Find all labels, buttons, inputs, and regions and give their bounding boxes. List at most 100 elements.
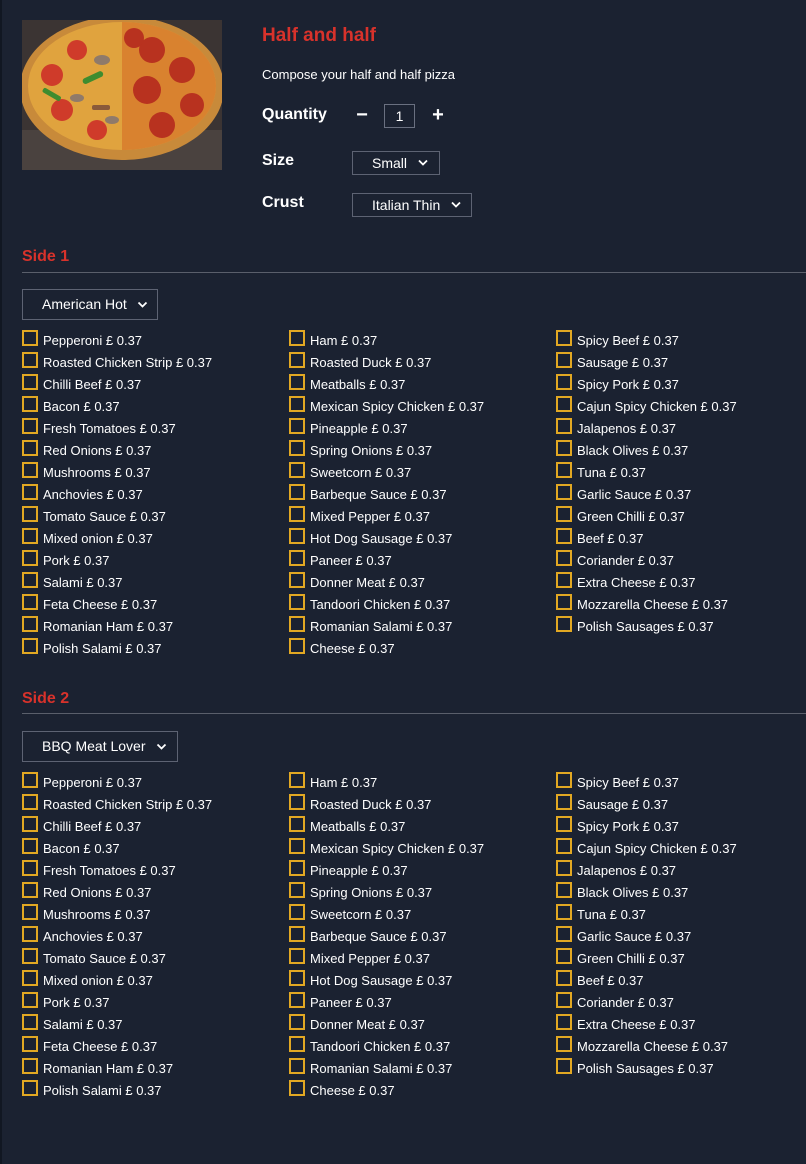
topping-checkbox[interactable] [556,440,572,456]
topping-checkbox[interactable] [289,528,305,544]
crust-select[interactable]: Italian Thin [352,193,472,217]
side-1-topping-option[interactable]: Hot Dog Sausage £ 0.37 [289,528,452,547]
side-2-topping-option[interactable]: Feta Cheese £ 0.37 [22,1036,157,1055]
topping-checkbox[interactable] [289,1080,305,1096]
topping-checkbox[interactable] [556,816,572,832]
topping-checkbox[interactable] [556,506,572,522]
topping-checkbox[interactable] [556,948,572,964]
topping-checkbox[interactable] [289,882,305,898]
side-2-topping-option[interactable]: Pork £ 0.37 [22,992,110,1011]
side-2-topping-option[interactable]: Sweetcorn £ 0.37 [289,904,411,923]
topping-checkbox[interactable] [22,882,38,898]
side-2-topping-option[interactable]: Tomato Sauce £ 0.37 [22,948,166,967]
topping-checkbox[interactable] [289,638,305,654]
topping-checkbox[interactable] [289,838,305,854]
topping-checkbox[interactable] [22,970,38,986]
topping-checkbox[interactable] [22,1058,38,1074]
side-1-topping-option[interactable]: Roasted Chicken Strip £ 0.37 [22,352,212,371]
topping-checkbox[interactable] [556,970,572,986]
topping-checkbox[interactable] [556,926,572,942]
side-2-topping-option[interactable]: Spring Onions £ 0.37 [289,882,432,901]
side-2-topping-option[interactable]: Polish Salami £ 0.37 [22,1080,162,1099]
topping-checkbox[interactable] [22,638,38,654]
side-1-topping-option[interactable]: Tandoori Chicken £ 0.37 [289,594,450,613]
side-2-topping-option[interactable]: Romanian Salami £ 0.37 [289,1058,452,1077]
topping-checkbox[interactable] [289,462,305,478]
topping-checkbox[interactable] [22,794,38,810]
side-1-topping-option[interactable]: Red Onions £ 0.37 [22,440,151,459]
side-1-topping-option[interactable]: Cajun Spicy Chicken £ 0.37 [556,396,737,415]
topping-checkbox[interactable] [289,1036,305,1052]
side-1-topping-option[interactable]: Meatballs £ 0.37 [289,374,405,393]
side-1-topping-option[interactable]: Mushrooms £ 0.37 [22,462,151,481]
topping-checkbox[interactable] [22,616,38,632]
side-1-topping-option[interactable]: Barbeque Sauce £ 0.37 [289,484,447,503]
topping-checkbox[interactable] [22,352,38,368]
side-2-topping-option[interactable]: Coriander £ 0.37 [556,992,674,1011]
side-1-topping-option[interactable]: Donner Meat £ 0.37 [289,572,425,591]
side-2-topping-option[interactable]: Black Olives £ 0.37 [556,882,688,901]
side-1-topping-option[interactable]: Salami £ 0.37 [22,572,123,591]
quantity-increase-button[interactable]: + [428,104,448,126]
side-2-topping-option[interactable]: Ham £ 0.37 [289,772,377,791]
side-1-topping-option[interactable]: Mixed Pepper £ 0.37 [289,506,430,525]
topping-checkbox[interactable] [22,904,38,920]
side-1-topping-option[interactable]: Jalapenos £ 0.37 [556,418,676,437]
topping-checkbox[interactable] [289,926,305,942]
topping-checkbox[interactable] [289,440,305,456]
side-2-topping-option[interactable]: Tandoori Chicken £ 0.37 [289,1036,450,1055]
side-1-topping-option[interactable]: Spicy Beef £ 0.37 [556,330,679,349]
side-1-topping-option[interactable]: Black Olives £ 0.37 [556,440,688,459]
side-1-topping-option[interactable]: Green Chilli £ 0.37 [556,506,685,525]
topping-checkbox[interactable] [556,1036,572,1052]
side-1-topping-option[interactable]: Coriander £ 0.37 [556,550,674,569]
side-1-topping-option[interactable]: Spicy Pork £ 0.37 [556,374,679,393]
topping-checkbox[interactable] [556,860,572,876]
side-2-topping-option[interactable]: Fresh Tomatoes £ 0.37 [22,860,176,879]
side-2-topping-option[interactable]: Red Onions £ 0.37 [22,882,151,901]
topping-checkbox[interactable] [22,572,38,588]
topping-checkbox[interactable] [289,904,305,920]
topping-checkbox[interactable] [556,528,572,544]
topping-checkbox[interactable] [556,904,572,920]
topping-checkbox[interactable] [289,506,305,522]
side-2-topping-option[interactable]: Anchovies £ 0.37 [22,926,143,945]
side-2-topping-option[interactable]: Cajun Spicy Chicken £ 0.37 [556,838,737,857]
side-2-topping-option[interactable]: Tuna £ 0.37 [556,904,646,923]
side-1-topping-option[interactable]: Paneer £ 0.37 [289,550,392,569]
quantity-decrease-button[interactable]: − [352,104,372,126]
topping-checkbox[interactable] [22,1080,38,1096]
topping-checkbox[interactable] [22,418,38,434]
side-2-topping-option[interactable]: Mexican Spicy Chicken £ 0.37 [289,838,484,857]
topping-checkbox[interactable] [556,550,572,566]
side-2-topping-option[interactable]: Chilli Beef £ 0.37 [22,816,141,835]
side-2-topping-option[interactable]: Roasted Duck £ 0.37 [289,794,431,813]
topping-checkbox[interactable] [22,330,38,346]
topping-checkbox[interactable] [556,484,572,500]
topping-checkbox[interactable] [556,396,572,412]
topping-checkbox[interactable] [22,506,38,522]
topping-checkbox[interactable] [289,1058,305,1074]
side-2-topping-option[interactable]: Mixed Pepper £ 0.37 [289,948,430,967]
side-1-topping-option[interactable]: Roasted Duck £ 0.37 [289,352,431,371]
topping-checkbox[interactable] [22,816,38,832]
topping-checkbox[interactable] [556,992,572,1008]
topping-checkbox[interactable] [22,528,38,544]
side-1-topping-option[interactable]: Chilli Beef £ 0.37 [22,374,141,393]
topping-checkbox[interactable] [22,926,38,942]
side-1-pizza-select[interactable]: American Hot [22,289,158,320]
side-2-topping-option[interactable]: Spicy Beef £ 0.37 [556,772,679,791]
topping-checkbox[interactable] [22,550,38,566]
side-1-topping-option[interactable]: Cheese £ 0.37 [289,638,395,657]
topping-checkbox[interactable] [22,1014,38,1030]
topping-checkbox[interactable] [556,772,572,788]
topping-checkbox[interactable] [289,550,305,566]
topping-checkbox[interactable] [289,948,305,964]
topping-checkbox[interactable] [289,970,305,986]
topping-checkbox[interactable] [22,374,38,390]
side-1-topping-option[interactable]: Polish Salami £ 0.37 [22,638,162,657]
side-1-topping-option[interactable]: Tomato Sauce £ 0.37 [22,506,166,525]
side-1-topping-option[interactable]: Extra Cheese £ 0.37 [556,572,696,591]
side-1-topping-option[interactable]: Anchovies £ 0.37 [22,484,143,503]
side-1-topping-option[interactable]: Pepperoni £ 0.37 [22,330,142,349]
